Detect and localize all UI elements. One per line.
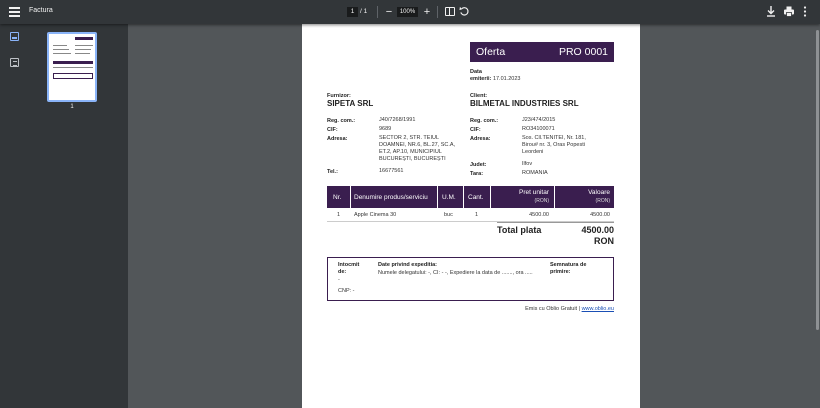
thumbnail-sidebar: 1	[0, 24, 128, 408]
client-address-label: Adresa:	[470, 136, 491, 142]
supplier-tel-label: Tel.:	[327, 169, 338, 175]
issued-with-footer: Emis cu Oblio Gratuit | www.oblio.eu	[525, 306, 614, 312]
supplier-address-value: SECTOR 2, STR. TEIUL DOAMNEI, NR.6, BL.2…	[379, 135, 456, 162]
fit-page-icon[interactable]	[445, 7, 455, 16]
footer-prefix: Emis cu Oblio Gratuit |	[525, 306, 581, 312]
pdf-page: Oferta PRO 0001 Data emiterii: 17.01.202…	[302, 24, 640, 408]
emitted-date: 17.01.2023	[492, 76, 521, 82]
total-currency: RON	[594, 236, 614, 246]
more-options-icon[interactable]	[802, 6, 808, 17]
zoom-out-button[interactable]: −	[383, 4, 395, 20]
document-title: Factura	[29, 7, 53, 14]
client-county-value: Ilfov	[522, 161, 533, 167]
row-qty: 1	[475, 212, 479, 218]
print-icon[interactable]	[784, 6, 794, 17]
row-nr: 1	[337, 212, 341, 218]
items-table-header: Nr. Denumire produs/serviciu U.M. Cant. …	[327, 186, 614, 208]
client-country-value: ROMANIA	[522, 170, 548, 176]
expedition-box: Intocmit de: - CNP: - Date privind exped…	[327, 257, 614, 301]
date-label: Data	[470, 69, 482, 75]
document-outline-icon[interactable]	[10, 58, 19, 67]
client-reg-value: J23/474/2015	[522, 117, 556, 123]
row-product: Apple Cinema 30	[354, 212, 397, 218]
pdf-toolbar: Factura 1 / 1 − 100% +	[0, 0, 820, 24]
offer-header-bar: Oferta PRO 0001	[470, 42, 614, 62]
col-name: Denumire produs/serviciu	[354, 193, 428, 201]
signature-label: Semnatura de primire:	[550, 262, 587, 275]
total-label: Total plata	[497, 225, 542, 235]
toolbar-divider	[377, 6, 378, 18]
col-price-unit: (RON)	[534, 198, 549, 204]
client-cif-value: RO34100071	[522, 126, 555, 132]
expedition-data-label: Date privind expeditia:	[378, 262, 437, 268]
supplier-cif-value: 9689	[379, 126, 392, 132]
made-by-value: -	[338, 277, 340, 283]
menu-icon[interactable]	[9, 7, 20, 17]
row-um: buc	[444, 212, 453, 218]
zoom-in-button[interactable]: +	[421, 4, 433, 20]
page-number-input[interactable]: 1	[347, 7, 358, 17]
client-cif-label: CIF:	[470, 127, 481, 133]
cnp: CNP: -	[338, 288, 355, 294]
client-name: BILMETAL INDUSTRIES SRL	[470, 99, 579, 108]
download-icon[interactable]	[766, 6, 776, 17]
expedition-data-text: Numele delegatului: -, CI: - -, Expedier…	[378, 270, 533, 276]
supplier-tel-value: 16677561	[379, 168, 404, 174]
page-thumbnail[interactable]	[47, 32, 97, 102]
total-value: 4500.00	[581, 225, 614, 235]
client-country-label: Tara:	[470, 171, 484, 177]
col-price: Pret unitar	[519, 189, 549, 196]
table-row: 1 Apple Cinema 30 buc 1 4500.00 4500.00	[327, 210, 614, 220]
document-type: Oferta	[476, 46, 506, 58]
client-address-value: Sos. Cll.TENITEI, Nr. 181, Birou# nr. 3,…	[522, 135, 586, 155]
col-qty: Cant.	[468, 193, 484, 201]
col-value: Valoare	[588, 189, 610, 196]
scrollbar-thumb[interactable]	[816, 30, 819, 330]
col-value-unit: (RON)	[595, 198, 610, 204]
client-county-label: Judet:	[470, 162, 487, 168]
rotate-icon[interactable]	[459, 6, 470, 17]
page-total: / 1	[360, 8, 368, 15]
made-by-label: Intocmit de:	[338, 262, 360, 275]
supplier-name: SIPETA SRL	[327, 99, 374, 108]
supplier-reg-label: Reg. com.:	[327, 118, 356, 124]
row-value: 4500.00	[590, 212, 610, 218]
document-number: PRO 0001	[558, 46, 608, 58]
col-um: U.M.	[442, 193, 456, 201]
supplier-reg-value: J40/7268/1991	[379, 117, 416, 123]
oblio-link[interactable]: www.oblio.eu	[582, 306, 614, 312]
emitted-label: emiterii:	[470, 76, 492, 82]
thumbnails-icon[interactable]	[10, 32, 19, 41]
row-unit-price: 4500.00	[529, 212, 549, 218]
col-nr: Nr.	[333, 193, 342, 201]
supplier-cif-label: CIF:	[327, 127, 338, 133]
toolbar-divider	[437, 6, 438, 18]
total-divider	[497, 222, 614, 223]
client-reg-label: Reg. com.:	[470, 118, 499, 124]
supplier-address-label: Adresa:	[327, 136, 348, 142]
viewer-scrollbar[interactable]	[815, 24, 820, 408]
thumbnail-page-number: 1	[70, 104, 74, 110]
zoom-level-input[interactable]: 100%	[397, 7, 418, 17]
